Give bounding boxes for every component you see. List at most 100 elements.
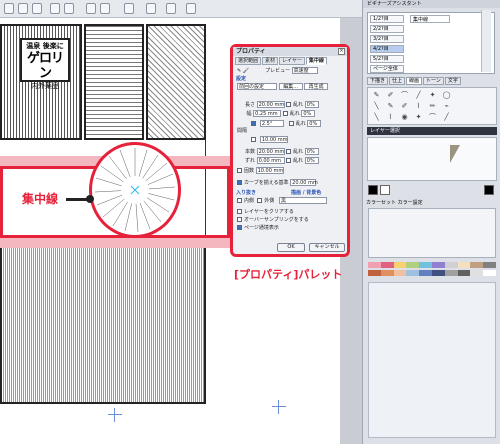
zoom-in-icon[interactable] bbox=[86, 3, 96, 14]
white-swatch[interactable] bbox=[380, 185, 390, 195]
page-list-scrollbar[interactable] bbox=[481, 10, 491, 72]
angle-random-input[interactable]: 0% bbox=[307, 120, 322, 127]
save-icon[interactable] bbox=[32, 3, 42, 14]
color-strip-2[interactable] bbox=[368, 270, 496, 276]
count-input[interactable]: 20.00 mm bbox=[256, 148, 285, 155]
pen-icon[interactable]: ✎ bbox=[237, 68, 241, 74]
tab-focus-lines[interactable]: 集中線 bbox=[305, 57, 327, 65]
shift-input[interactable]: 0.00 mm bbox=[256, 157, 285, 164]
cancel-button[interactable]: キャンセル bbox=[309, 243, 345, 252]
tool-icon[interactable]: ╲ bbox=[370, 101, 383, 111]
focus-lines-item[interactable]: 集中線 bbox=[410, 15, 450, 23]
tool-icon[interactable]: ⌒ bbox=[398, 90, 411, 100]
edit-button[interactable]: 編集... bbox=[278, 83, 303, 90]
shift-row: ずれ 0.00 mm 乱れ 0% bbox=[237, 157, 319, 165]
shift-random-checkbox[interactable] bbox=[286, 158, 292, 163]
interval-input[interactable]: 10.00 mm bbox=[259, 136, 288, 143]
tool-icon[interactable]: ✎ bbox=[384, 101, 397, 111]
tab-layer[interactable]: レイヤー bbox=[279, 57, 305, 65]
angle-radio[interactable] bbox=[251, 121, 257, 126]
tool-icon[interactable]: ╱ bbox=[412, 90, 425, 100]
oversampling-checkbox[interactable] bbox=[237, 217, 242, 222]
group-checkbox[interactable] bbox=[237, 168, 242, 173]
close-button[interactable]: × bbox=[338, 48, 345, 55]
width-input[interactable]: 0.25 mm bbox=[253, 110, 282, 117]
open-icon[interactable] bbox=[18, 3, 28, 14]
preset-select[interactable]: 前回の設定 bbox=[237, 83, 277, 90]
page-item-selected[interactable]: 4/2?目 bbox=[370, 45, 404, 53]
tab-tone[interactable]: トーン bbox=[423, 77, 444, 85]
tool-icon[interactable]: ✏ bbox=[426, 101, 439, 111]
in-out-section: 入り抜き bbox=[236, 190, 257, 196]
page-item[interactable]: 1/2?目 bbox=[370, 15, 404, 23]
tab-material[interactable]: 素材 bbox=[262, 57, 279, 65]
group-input[interactable]: 10.00 mm bbox=[255, 167, 284, 174]
property-palette: プロパティ × 選択範囲 素材 レイヤー 集中線 ✎ 🖌 プレビュー 高速度 設… bbox=[230, 44, 350, 257]
new-icon[interactable] bbox=[4, 3, 14, 14]
color-strip-1[interactable] bbox=[368, 262, 496, 268]
empty-panel bbox=[368, 282, 496, 438]
tool-icon[interactable]: ✦ bbox=[412, 112, 425, 122]
curve-checkbox[interactable] bbox=[237, 180, 242, 185]
count-random-checkbox[interactable] bbox=[286, 149, 292, 154]
page-item[interactable]: 3/2?目 bbox=[370, 35, 404, 43]
page-border-checkbox[interactable] bbox=[237, 225, 242, 230]
tool-icon[interactable]: ✎ bbox=[370, 90, 383, 100]
interval-radio[interactable] bbox=[251, 137, 257, 142]
undo-icon[interactable] bbox=[50, 3, 60, 14]
clear-layer-checkbox[interactable] bbox=[237, 209, 242, 214]
tool-icon[interactable]: ⌒ bbox=[426, 112, 439, 122]
ok-button[interactable]: OK bbox=[277, 243, 305, 252]
hand-icon[interactable] bbox=[146, 3, 156, 14]
tool-icon[interactable]: ⌁ bbox=[440, 101, 453, 111]
main-color-swatch[interactable] bbox=[484, 185, 494, 195]
page-item[interactable]: ページ全体 bbox=[370, 65, 404, 73]
angle-input[interactable]: 2.5° bbox=[259, 120, 284, 127]
shift-random-input[interactable]: 0% bbox=[304, 157, 319, 164]
tool-icon[interactable]: ⌇ bbox=[412, 101, 425, 111]
tab-lineart[interactable]: 線画 bbox=[406, 77, 423, 85]
crop-mark-icon bbox=[108, 408, 122, 422]
tool-icon[interactable]: ╲ bbox=[370, 112, 383, 122]
tool-icon[interactable]: ⌇ bbox=[384, 112, 397, 122]
length-random-input[interactable]: 0% bbox=[304, 101, 319, 108]
zoom-out-icon[interactable] bbox=[100, 3, 110, 14]
preview-select[interactable]: 高速度 bbox=[291, 67, 318, 74]
inner-checkbox[interactable] bbox=[237, 198, 242, 203]
angle-random-checkbox[interactable] bbox=[288, 121, 294, 126]
random-label: 乱れ bbox=[289, 111, 300, 117]
tool-icon[interactable]: ✐ bbox=[398, 101, 411, 111]
tab-text[interactable]: 文字 bbox=[444, 77, 461, 85]
length-random-checkbox[interactable] bbox=[286, 102, 292, 107]
tab-draft[interactable]: 下描き bbox=[367, 77, 389, 85]
regenerate-button[interactable]: 再生成 bbox=[304, 83, 329, 90]
color-palette[interactable] bbox=[368, 208, 496, 258]
length-input[interactable]: 20.00 mm bbox=[256, 101, 285, 108]
page-item[interactable]: 5/2?目 bbox=[370, 55, 404, 63]
outer-checkbox[interactable] bbox=[257, 198, 263, 203]
tool-icon[interactable]: ✦ bbox=[426, 90, 439, 100]
layer-select-bar[interactable]: レイヤー選択 bbox=[367, 127, 497, 135]
width-random-input[interactable]: 0% bbox=[301, 110, 316, 117]
draw-color-select[interactable]: 黒 bbox=[279, 197, 327, 204]
inner-label: 内側 bbox=[244, 198, 255, 204]
tab-selection[interactable]: 選択範囲 bbox=[235, 57, 262, 65]
focus-lines-preview[interactable] bbox=[89, 142, 181, 238]
curve-input[interactable]: 20.00 mm bbox=[290, 179, 318, 186]
tool-icon[interactable]: ╱ bbox=[440, 112, 453, 122]
width-random-checkbox[interactable] bbox=[282, 111, 288, 116]
comic-panel-1: 温泉 後楽に ゲロリン 内外薬品 bbox=[0, 24, 82, 140]
ruler-icon[interactable] bbox=[186, 3, 196, 14]
tool-icon[interactable]: ◯ bbox=[440, 90, 453, 100]
tab-finish[interactable]: 仕上 bbox=[389, 77, 406, 85]
black-swatch[interactable] bbox=[368, 185, 378, 195]
interval-label: 間隔 bbox=[237, 128, 248, 134]
brush-icon[interactable]: 🖌 bbox=[243, 68, 249, 74]
rotate-icon[interactable] bbox=[124, 3, 134, 14]
tool-icon[interactable]: ◉ bbox=[398, 112, 411, 122]
grid-icon[interactable] bbox=[166, 3, 176, 14]
redo-icon[interactable] bbox=[64, 3, 74, 14]
page-item[interactable]: 2/2?目 bbox=[370, 25, 404, 33]
count-random-input[interactable]: 0% bbox=[304, 148, 319, 155]
tool-icon[interactable]: ✐ bbox=[384, 90, 397, 100]
